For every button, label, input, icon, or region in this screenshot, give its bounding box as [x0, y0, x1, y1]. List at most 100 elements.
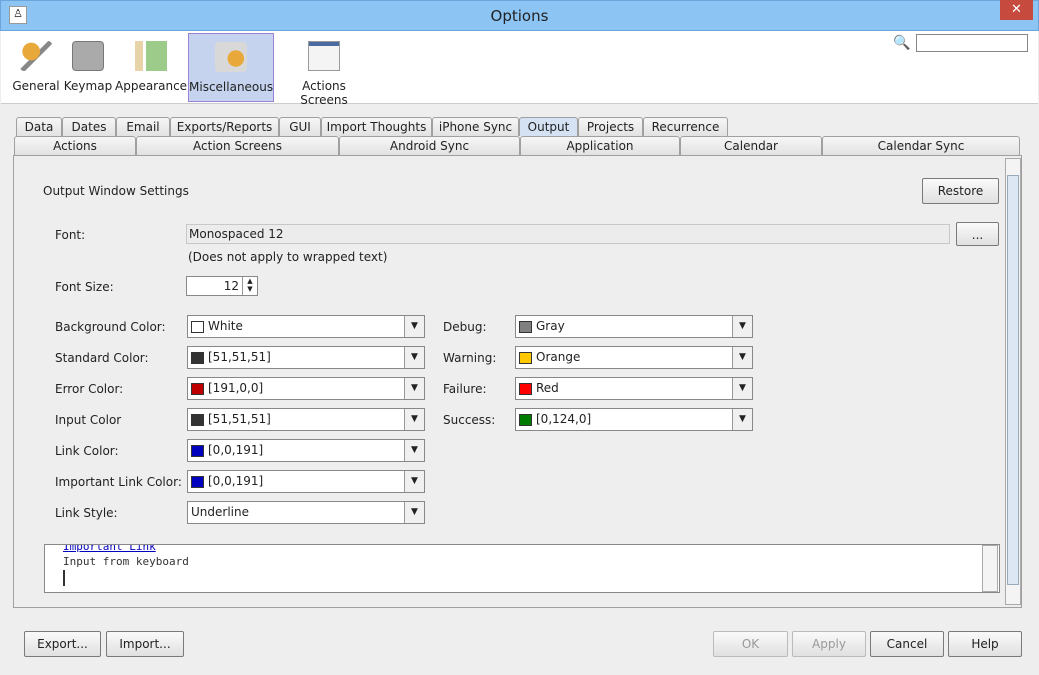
chevron-down-icon[interactable]: ▼ — [732, 347, 752, 368]
tab-projects[interactable]: Projects — [578, 117, 643, 136]
toolbar-keymap[interactable]: Keymap — [63, 33, 113, 102]
apply-button[interactable]: Apply — [792, 631, 866, 657]
font-field: Monospaced 12 — [186, 224, 950, 244]
input-color-combo[interactable]: [51,51,51] ▼ — [187, 408, 425, 431]
chevron-down-icon[interactable]: ▼ — [404, 502, 424, 523]
chevron-down-icon[interactable]: ▼ — [732, 378, 752, 399]
warning-label: Warning: — [443, 351, 497, 365]
ok-button[interactable]: OK — [713, 631, 788, 657]
tab-exports-reports[interactable]: Exports/Reports — [170, 117, 279, 136]
link-color-label: Link Color: — [55, 444, 119, 458]
restore-button[interactable]: Restore — [922, 178, 999, 204]
success-color-combo[interactable]: [0,124,0] ▼ — [515, 408, 753, 431]
chevron-down-icon[interactable]: ▼ — [404, 409, 424, 430]
toolbar-label: Actions Screens — [300, 79, 348, 107]
close-button[interactable]: ✕ — [1000, 0, 1033, 20]
tab-actions[interactable]: Actions — [14, 136, 136, 155]
color-swatch — [191, 352, 204, 364]
tab-data[interactable]: Data — [16, 117, 62, 136]
toolbar-appearance[interactable]: Appearance — [115, 33, 187, 102]
tab-recurrence[interactable]: Recurrence — [643, 117, 728, 136]
link-style-combo[interactable]: Underline ▼ — [187, 501, 425, 524]
combo-value: [0,0,191] — [208, 474, 264, 488]
background-color-combo[interactable]: White ▼ — [187, 315, 425, 338]
important-link-color-label: Important Link Color: — [55, 475, 182, 489]
import-button[interactable]: Import... — [106, 631, 184, 657]
tab-calendar-sync[interactable]: Calendar Sync — [822, 136, 1020, 155]
error-color-combo[interactable]: [191,0,0] ▼ — [187, 377, 425, 400]
toolbar-general[interactable]: General — [9, 33, 63, 102]
failure-label: Failure: — [443, 382, 487, 396]
tab-application[interactable]: Application — [520, 136, 680, 155]
standard-color-combo[interactable]: [51,51,51] ▼ — [187, 346, 425, 369]
combo-value: Underline — [191, 505, 249, 519]
chevron-down-icon[interactable]: ▼ — [404, 440, 424, 461]
tab-iphone-sync[interactable]: iPhone Sync — [432, 117, 519, 136]
chevron-down-icon[interactable]: ▼ — [732, 409, 752, 430]
toolbar-label: Keymap — [63, 79, 113, 93]
toolbar-label: Miscellaneous — [189, 80, 274, 94]
font-size-spinner[interactable]: 12 ▲ ▼ — [186, 276, 258, 296]
color-swatch — [191, 476, 204, 488]
tab-gui[interactable]: GUI — [279, 117, 321, 136]
tab-dates[interactable]: Dates — [62, 117, 116, 136]
failure-color-combo[interactable]: Red ▼ — [515, 377, 753, 400]
font-note: (Does not apply to wrapped text) — [188, 250, 388, 264]
error-color-label: Error Color: — [55, 382, 124, 396]
spinner-arrows[interactable]: ▲ ▼ — [242, 277, 257, 295]
font-label: Font: — [55, 228, 86, 242]
panel-scrollbar[interactable] — [1005, 158, 1021, 605]
window-title: Options — [490, 7, 549, 25]
toolbar-miscellaneous[interactable]: Miscellaneous — [188, 33, 274, 102]
tab-email[interactable]: Email — [116, 117, 170, 136]
text-cursor — [63, 570, 65, 586]
combo-value: [51,51,51] — [208, 350, 271, 364]
output-preview[interactable]: Important Link Input from keyboard — [44, 544, 1000, 593]
tab-import-thoughts[interactable]: Import Thoughts — [321, 117, 432, 136]
chevron-down-icon[interactable]: ▼ — [732, 316, 752, 337]
link-color-combo[interactable]: [0,0,191] ▼ — [187, 439, 425, 462]
help-button[interactable]: Help — [948, 631, 1022, 657]
folder-gear-icon — [215, 42, 247, 72]
layout-icon — [135, 41, 167, 71]
keyboard-icon — [72, 41, 104, 71]
debug-color-combo[interactable]: Gray ▼ — [515, 315, 753, 338]
tab-calendar[interactable]: Calendar — [680, 136, 822, 155]
combo-value: White — [208, 319, 243, 333]
chevron-down-icon[interactable]: ▼ — [404, 471, 424, 492]
combo-value: Red — [536, 381, 559, 395]
combo-value: Orange — [536, 350, 581, 364]
preview-important-link[interactable]: Important Link — [63, 545, 999, 554]
chevron-down-icon[interactable]: ▼ — [404, 378, 424, 399]
chevron-down-icon[interactable]: ▼ — [404, 316, 424, 337]
toolbar-label: Appearance — [115, 79, 188, 93]
combo-value: [51,51,51] — [208, 412, 271, 426]
debug-label: Debug: — [443, 320, 487, 334]
toolbar-actions-screens[interactable]: Actions Screens — [277, 33, 371, 107]
tab-android-sync[interactable]: Android Sync — [339, 136, 520, 155]
color-swatch — [519, 414, 532, 426]
font-chooser-button[interactable]: ... — [956, 222, 999, 246]
combo-value: [0,0,191] — [208, 443, 264, 457]
cancel-button[interactable]: Cancel — [870, 631, 944, 657]
color-swatch — [191, 321, 204, 333]
color-swatch — [519, 383, 532, 395]
toolbar-label: General — [12, 79, 60, 93]
preview-scrollbar[interactable] — [982, 545, 998, 592]
color-swatch — [191, 445, 204, 457]
color-swatch — [519, 321, 532, 333]
tab-action-screens[interactable]: Action Screens — [136, 136, 339, 155]
font-size-value: 12 — [223, 279, 239, 293]
window-icon — [308, 41, 340, 71]
standard-color-label: Standard Color: — [55, 351, 149, 365]
warning-color-combo[interactable]: Orange ▼ — [515, 346, 753, 369]
chevron-down-icon[interactable]: ▼ — [404, 347, 424, 368]
tab-output[interactable]: Output — [519, 117, 578, 136]
color-swatch — [191, 414, 204, 426]
category-toolbar: General Keymap Appearance Miscellaneous … — [1, 31, 1038, 107]
color-swatch — [519, 352, 532, 364]
export-button[interactable]: Export... — [24, 631, 101, 657]
important-link-color-combo[interactable]: [0,0,191] ▼ — [187, 470, 425, 493]
search-input[interactable] — [916, 34, 1028, 52]
combo-value: Gray — [536, 319, 565, 333]
